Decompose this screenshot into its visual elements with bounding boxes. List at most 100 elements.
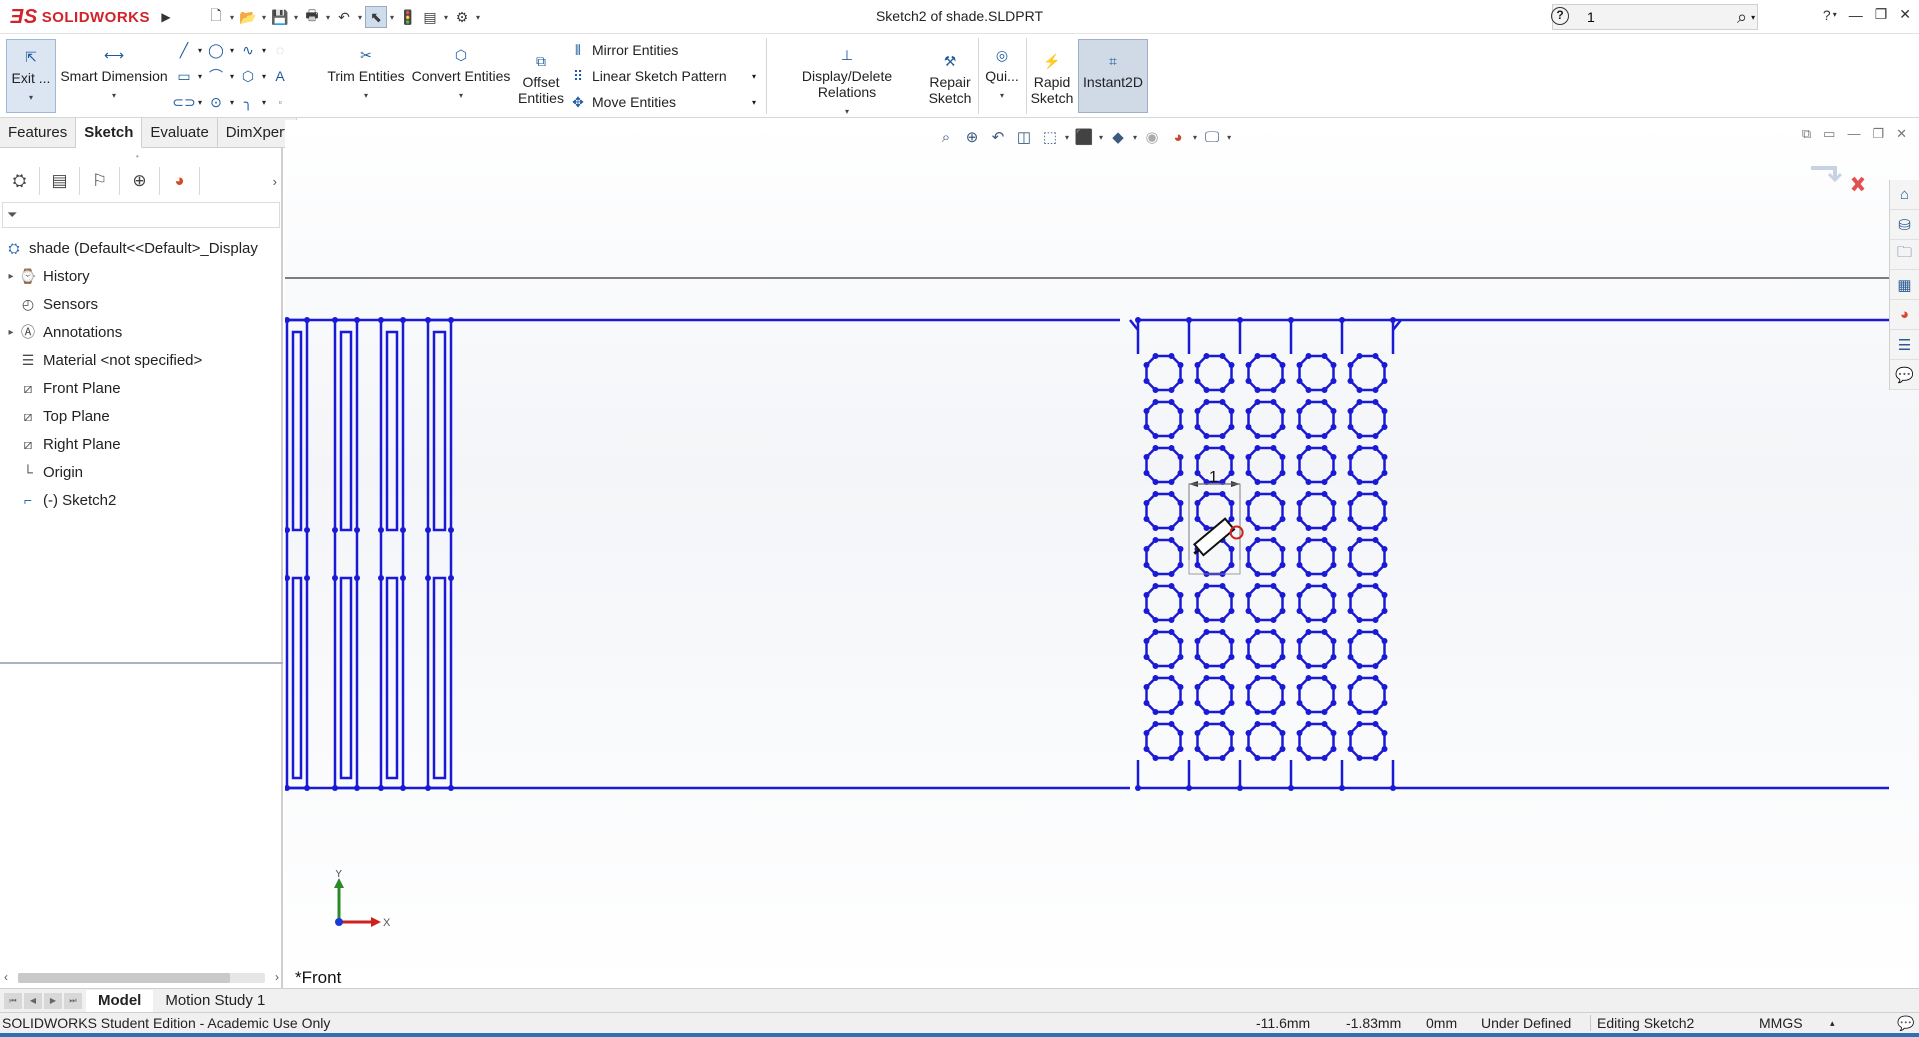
panel-expand-icon[interactable]: › [200,174,283,189]
tree-item-right-plane[interactable]: ⧄ Right Plane [0,430,283,458]
lattice-cell[interactable] [1145,446,1182,484]
slot-inner[interactable] [291,576,303,780]
lattice-cell[interactable] [1349,584,1386,622]
search-box[interactable]: ⌕ ▾ [1552,4,1758,30]
tree-rollback-bar[interactable] [0,662,283,664]
restore-icon[interactable]: ❐ [1875,6,1888,23]
tree-item-annotations[interactable]: ▸ Ⓐ Annotations [0,318,283,346]
quick-snaps-dropdown-icon[interactable]: ▾ [1000,88,1004,104]
print-icon[interactable]: 🖶 [301,6,323,28]
dimension-value[interactable]: 1 [1209,469,1218,486]
lattice-cell[interactable] [1196,584,1233,622]
slot-inner[interactable] [432,330,447,532]
expand-arrow-icon[interactable]: ▸ [4,271,18,282]
lattice-cell[interactable] [1247,446,1284,484]
sketch-canvas[interactable]: 1 [285,120,1919,988]
lattice-cell[interactable] [1145,492,1182,530]
minimize-icon[interactable]: — [1849,7,1863,23]
options-dropdown-icon[interactable]: ▾ [473,13,483,22]
repair-sketch-button[interactable]: ⚒ Repair Sketch [926,48,974,106]
slot-outline[interactable] [333,318,359,790]
lattice-cell[interactable] [1298,630,1335,668]
tab-sketch[interactable]: Sketch [76,118,143,148]
lattice-cell[interactable] [1298,676,1335,714]
ellipse-dropdown-icon[interactable]: ▾ [230,98,234,107]
print-dropdown-icon[interactable]: ▾ [323,13,333,22]
file-properties-icon[interactable]: ▤ [419,6,441,28]
tree-root[interactable]: ⛭ shade (Default<<Default>_Display [0,234,283,262]
lattice-cell[interactable] [1349,492,1386,530]
lattice-cell[interactable] [1349,722,1386,760]
lattice-cell[interactable] [1145,400,1182,438]
smart-dimension-button[interactable]: ⟷ Smart Dimension ▾ [60,42,168,104]
display-delete-relations-button[interactable]: ⊥ Display/Delete Relations ▾ [772,42,922,120]
property-manager-icon[interactable]: ▤ [40,167,80,195]
close-icon[interactable]: ✕ [1899,6,1911,23]
lattice-cell[interactable] [1298,722,1335,760]
lattice-cell[interactable] [1349,354,1386,392]
save-icon[interactable]: 💾 [269,6,291,28]
lattice-cell[interactable] [1247,354,1284,392]
select-cursor-icon[interactable]: ⬉ [365,6,387,28]
relations-dropdown-icon[interactable]: ▾ [845,104,849,120]
scroll-thumb[interactable] [18,973,230,983]
lattice-cell[interactable] [1247,722,1284,760]
first-tab-icon[interactable]: ⏮ [4,992,22,1009]
rectangle-icon[interactable]: ▭ [176,68,192,84]
help-question-icon[interactable]: ? [1823,7,1831,23]
chamfer-dropdown-icon[interactable]: ▾ [262,98,266,107]
save-dropdown-icon[interactable]: ▾ [291,13,301,22]
offset-entities-button[interactable]: ⧉ Offset Entities [516,48,566,106]
slot-outline[interactable] [379,318,405,790]
tree-item-sketch2[interactable]: ⌐ (-) Sketch2 [0,486,283,514]
tree-item-top-plane[interactable]: ⧄ Top Plane [0,402,283,430]
last-tab-icon[interactable]: ⏭ [64,992,82,1009]
lattice-cell[interactable] [1145,538,1182,576]
slot-icon[interactable]: ⊂⊃ [172,94,195,110]
options-gear-icon[interactable]: ⚙ [451,6,473,28]
chamfer-icon[interactable]: ╮ [240,94,256,110]
tree-item-sensors[interactable]: ◴ Sensors [0,290,283,318]
exit-dropdown-icon[interactable]: ▾ [29,90,33,106]
lattice-cell[interactable] [1145,584,1182,622]
lattice-cell[interactable] [1247,676,1284,714]
lattice-cell[interactable] [1145,354,1182,392]
lattice-cell[interactable] [1298,492,1335,530]
lattice-cell[interactable] [1349,538,1386,576]
tab-motion-study[interactable]: Motion Study 1 [153,990,277,1012]
slot-inner[interactable] [339,330,353,532]
lattice-cell[interactable] [1247,584,1284,622]
new-dropdown-icon[interactable]: ▾ [227,13,237,22]
tab-features[interactable]: Features [0,118,77,148]
slot-inner[interactable] [339,576,353,780]
slot-inner[interactable] [432,576,447,780]
quick-snaps-button[interactable]: ◎ Qui... ▾ [982,42,1022,104]
exit-sketch-button[interactable]: ⇱ Exit ... ▾ [6,39,56,113]
lattice-cell[interactable] [1298,446,1335,484]
tree-item-origin[interactable]: └ Origin [0,458,283,486]
scroll-right-icon[interactable]: › [275,970,279,984]
lattice-cell[interactable] [1145,630,1182,668]
arc-icon[interactable]: ⌒ [208,68,224,84]
text-icon[interactable]: A [272,68,288,84]
polygon-dropdown-icon[interactable]: ▾ [262,72,266,81]
lattice-cell[interactable] [1145,722,1182,760]
search-dropdown-icon[interactable]: ▾ [1751,13,1755,22]
prev-tab-icon[interactable]: ◀ [24,992,42,1009]
slot-dropdown-icon[interactable]: ▾ [198,98,202,107]
slot-inner[interactable] [385,330,399,532]
search-input[interactable] [1579,9,1729,25]
expand-arrow-icon[interactable]: ▸ [4,327,18,338]
open-folder-icon[interactable]: 📂 [237,6,259,28]
tree-item-material[interactable]: ☰ Material <not specified> [0,346,283,374]
new-document-icon[interactable]: 🗋 [205,6,227,28]
menu-expand-icon[interactable]: ▶ [158,7,174,27]
spline-icon[interactable]: ∿ [240,42,256,58]
convert-dropdown-icon[interactable]: ▾ [459,88,463,104]
linear-sketch-pattern-button[interactable]: ⠿ Linear Sketch Pattern [570,68,727,85]
smart-dimension-dropdown-icon[interactable]: ▾ [112,88,116,104]
lattice-cell[interactable] [1196,400,1233,438]
circle-icon[interactable]: ◯ [208,42,224,58]
trim-dropdown-icon[interactable]: ▾ [364,88,368,104]
arc-dropdown-icon[interactable]: ▾ [230,72,234,81]
